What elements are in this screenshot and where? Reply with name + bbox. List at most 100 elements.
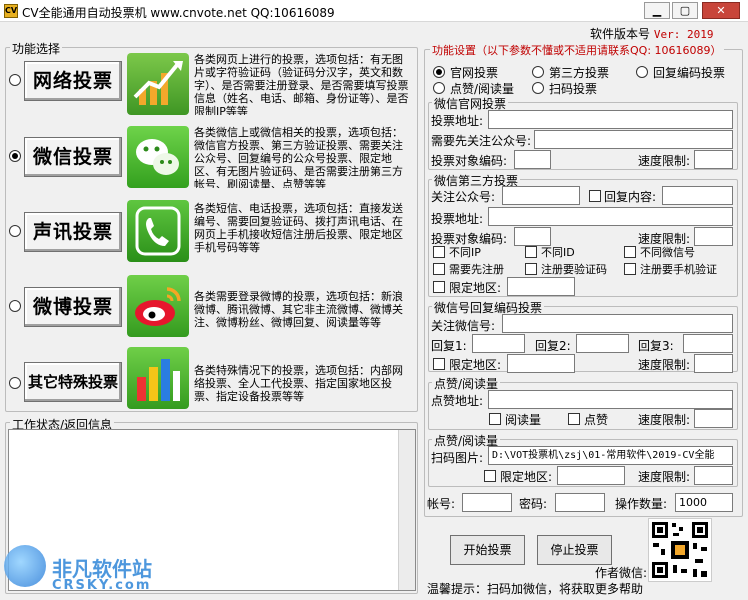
read-label: 阅读量	[505, 413, 542, 427]
settings-legend: 功能设置（以下参数不懂或不适用请联系QQ: 10616089）	[430, 42, 724, 58]
radio-special-vote[interactable]	[9, 377, 21, 389]
third-reply-input[interactable]	[662, 186, 733, 205]
scan-region-input[interactable]	[557, 466, 625, 485]
official-code-input[interactable]	[514, 150, 551, 169]
stop-vote-button[interactable]: 停止投票	[537, 535, 612, 565]
help-hint: 温馨提示：扫码加微信，将获取更多帮助	[427, 582, 644, 596]
status-scrollbar[interactable]	[398, 430, 415, 590]
like-url-input[interactable]	[488, 390, 733, 409]
network-vote-description: 各类网页上进行的投票，选项包括：有无图片或字符验证码（验证码分汉字，英文和数字）…	[194, 53, 409, 115]
reply-region-label: 限定地区:	[449, 358, 502, 372]
wechat-vote-button[interactable]: 微信投票	[24, 137, 122, 177]
official-follow-label: 需要先关注公众号:	[431, 134, 532, 148]
weibo-vote-button[interactable]: 微博投票	[24, 287, 122, 327]
close-icon[interactable]: ✕	[702, 2, 740, 19]
mode-third-label: 第三方投票	[549, 66, 610, 80]
opt-register-captcha-checkbox[interactable]	[525, 263, 537, 275]
op-count-input[interactable]: 1000	[675, 493, 733, 512]
watermark-en: CRSKY.com	[52, 578, 152, 593]
bar-chart-icon	[127, 347, 189, 409]
opt-diff-ip-label: 不同IP	[449, 246, 481, 259]
account-input[interactable]	[462, 493, 512, 512]
radio-phone-vote[interactable]	[9, 225, 21, 237]
scan-speed-input[interactable]	[694, 466, 733, 485]
account-label: 帐号:	[427, 497, 456, 511]
third-url-input[interactable]	[488, 207, 733, 226]
version-info: 软件版本号 Ver: 2019	[590, 27, 714, 41]
scan-region-label: 限定地区:	[500, 470, 553, 484]
phone-vote-description: 各类短信、电话投票，选项包括：直接发送编号、需要回复验证码、拨打声讯电话、在网页…	[194, 202, 403, 254]
reply-region-checkbox[interactable]	[433, 358, 445, 370]
scan-region-checkbox[interactable]	[484, 470, 496, 482]
third-reply-checkbox[interactable]	[589, 190, 601, 202]
like-label: 点赞	[584, 413, 609, 427]
mode-reply-code-label: 回复编码投票	[653, 66, 726, 80]
author-wechat-label: 作者微信:	[595, 566, 648, 580]
like-checkbox[interactable]	[568, 413, 580, 425]
radio-mode-official[interactable]	[433, 66, 445, 78]
phone-call-icon	[127, 200, 189, 262]
opt-need-register-label: 需要先注册	[449, 263, 504, 276]
opt-diff-wechat-label: 不同微信号	[640, 246, 695, 259]
third-reply-label: 回复内容:	[604, 190, 657, 204]
radio-mode-reply-code[interactable]	[636, 66, 648, 78]
start-vote-button[interactable]: 开始投票	[450, 535, 525, 565]
reply2-input[interactable]	[576, 334, 629, 353]
third-follow-input[interactable]	[502, 186, 580, 205]
third-follow-label: 关注公众号:	[431, 190, 496, 204]
opt-register-captcha-label: 注册要验证码	[541, 263, 607, 276]
third-region-checkbox[interactable]	[433, 281, 445, 293]
reply3-label: 回复3:	[638, 339, 674, 353]
third-region-input[interactable]	[507, 277, 575, 296]
third-speed-input[interactable]	[694, 227, 733, 246]
opt-diff-id-checkbox[interactable]	[525, 246, 537, 258]
radio-mode-scan[interactable]	[532, 82, 544, 94]
minimize-icon[interactable]: ▁	[644, 2, 670, 19]
opt-register-phone-label: 注册要手机验证	[640, 263, 717, 276]
wechat-icon	[127, 126, 189, 188]
wechat-vote-description: 各类微信上或微信相关的投票，选项包括：微信官方投票、第三方验证投票、需要关注公众…	[194, 126, 403, 188]
scan-image-path-input[interactable]: D:\VOT投票机\zsj\01-常用软件\2019-CV全能	[488, 446, 733, 465]
radio-mode-third[interactable]	[532, 66, 544, 78]
reply-region-input[interactable]	[507, 354, 575, 373]
official-url-input[interactable]	[488, 110, 733, 129]
reply1-input[interactable]	[472, 334, 525, 353]
scan-image-label: 扫码图片:	[431, 451, 484, 465]
radio-weibo-vote[interactable]	[9, 300, 21, 312]
mode-scan-label: 扫码投票	[549, 82, 598, 96]
official-url-label: 投票地址:	[431, 114, 484, 128]
opt-diff-id-label: 不同ID	[541, 246, 575, 259]
network-vote-button[interactable]: 网络投票	[24, 61, 122, 101]
reply3-input[interactable]	[683, 334, 733, 353]
weibo-icon	[127, 275, 189, 337]
password-label: 密码:	[519, 497, 548, 511]
radio-mode-like-read[interactable]	[433, 82, 445, 94]
radio-network-vote[interactable]	[9, 74, 21, 86]
special-vote-button[interactable]: 其它特殊投票	[24, 362, 122, 402]
opt-diff-ip-checkbox[interactable]	[433, 246, 445, 258]
wechat-qr-code	[648, 518, 712, 582]
radio-wechat-vote[interactable]	[9, 150, 21, 162]
maximize-icon[interactable]: ▢	[672, 2, 698, 19]
official-code-label: 投票对象编码:	[431, 154, 508, 168]
reply-speed-label: 速度限制:	[638, 358, 691, 372]
password-input[interactable]	[555, 493, 605, 512]
like-speed-label: 速度限制:	[638, 413, 691, 427]
official-speed-input[interactable]	[694, 150, 733, 169]
reply-speed-input[interactable]	[694, 354, 733, 373]
reply-follow-input[interactable]	[502, 314, 733, 333]
opt-need-register-checkbox[interactable]	[433, 263, 445, 275]
function-select-legend: 功能选择	[10, 40, 63, 57]
growth-chart-icon	[127, 53, 189, 115]
read-checkbox[interactable]	[489, 413, 501, 425]
like-speed-input[interactable]	[694, 409, 733, 428]
opt-register-phone-checkbox[interactable]	[624, 263, 636, 275]
opt-diff-wechat-checkbox[interactable]	[624, 246, 636, 258]
special-vote-description: 各类特殊情况下的投票，选项包括：内部网络投票、全人工代投票、指定国家地区投票、指…	[194, 364, 403, 403]
reply2-label: 回复2:	[535, 339, 571, 353]
third-region-label: 限定地区:	[449, 281, 502, 295]
official-follow-input[interactable]	[534, 130, 733, 149]
mode-official-label: 官网投票	[450, 66, 499, 80]
reply-follow-label: 关注微信号:	[431, 319, 496, 333]
phone-vote-button[interactable]: 声讯投票	[24, 212, 122, 252]
